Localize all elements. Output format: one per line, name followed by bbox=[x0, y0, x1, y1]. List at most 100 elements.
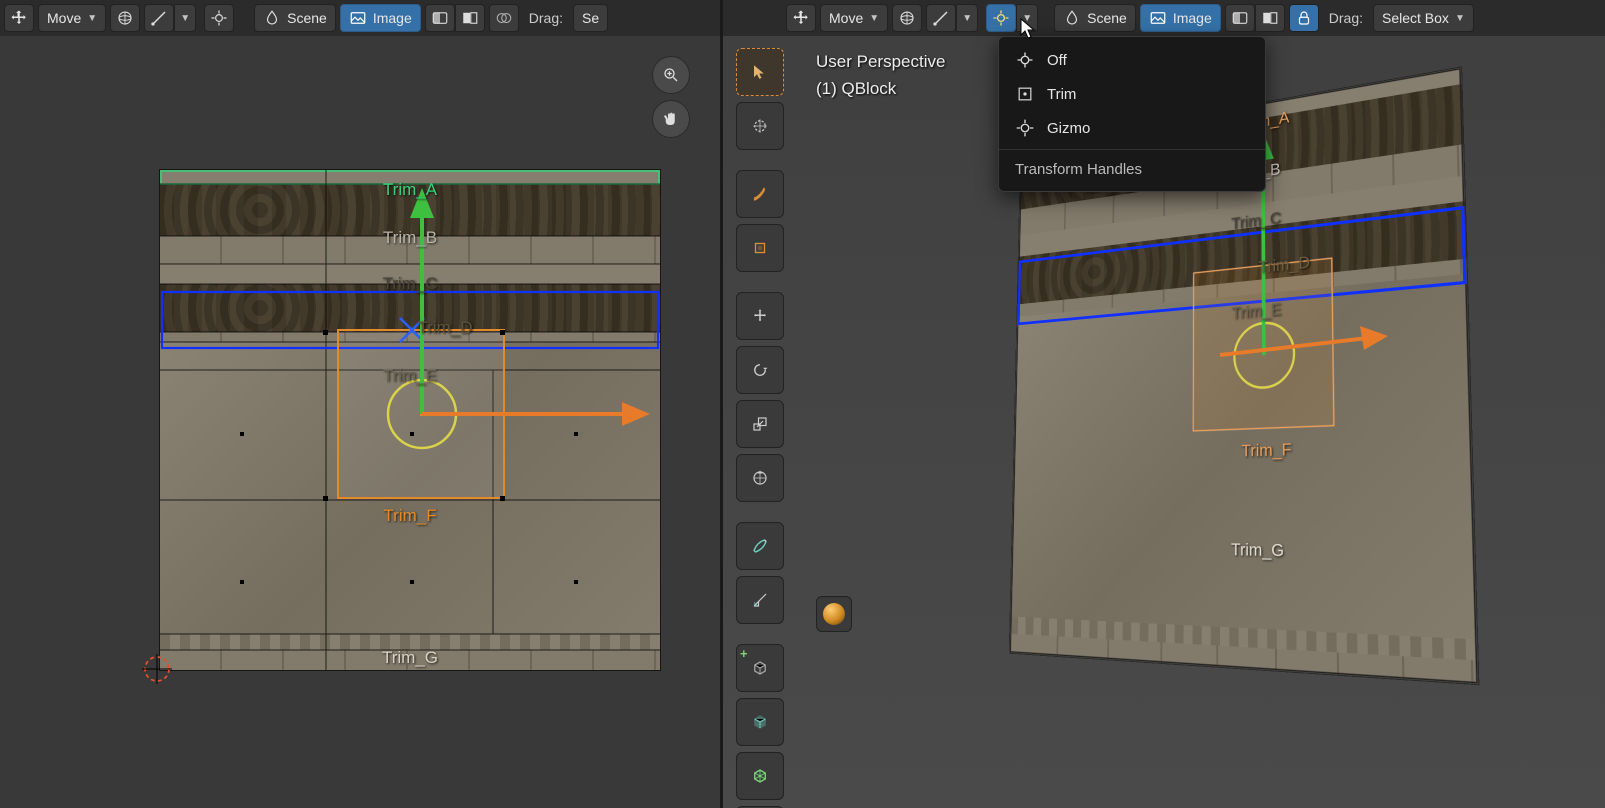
split-half-icon bbox=[1231, 9, 1249, 27]
drag-mode-label: Se bbox=[582, 10, 599, 26]
tool-add-cube[interactable]: + bbox=[736, 644, 784, 692]
move-arrows-icon bbox=[792, 9, 810, 27]
mouse-cursor-icon bbox=[1020, 18, 1036, 40]
menu-item-trim[interactable]: Trim bbox=[999, 77, 1265, 111]
uv-texture-canvas[interactable]: Trim_A Trim_B Trim_C Trim_D Trim_E Trim_… bbox=[160, 170, 660, 670]
gizmo-pivot-button[interactable] bbox=[986, 4, 1016, 32]
globe-icon bbox=[898, 9, 916, 27]
tool-move[interactable] bbox=[736, 292, 784, 340]
move-arrows-icon bbox=[10, 9, 28, 27]
overlay-toggle-button[interactable] bbox=[489, 4, 519, 32]
tool-measure[interactable] bbox=[736, 576, 784, 624]
snap-options-dropdown[interactable]: ▼ bbox=[174, 4, 196, 32]
menu-item-off[interactable]: Off bbox=[999, 43, 1265, 77]
chevron-down-icon: ▼ bbox=[962, 13, 972, 24]
zoom-button[interactable] bbox=[652, 56, 690, 94]
orientation-global-button[interactable] bbox=[110, 4, 140, 32]
split-stack-icon bbox=[461, 9, 479, 27]
orientation-icon-button[interactable] bbox=[4, 4, 34, 32]
image-mode-button[interactable]: Image bbox=[340, 4, 421, 32]
orientation-global-button[interactable] bbox=[892, 4, 922, 32]
tool-qblock-b[interactable] bbox=[736, 752, 784, 800]
gizmo-off-icon bbox=[1015, 50, 1035, 70]
image-label: Image bbox=[1173, 10, 1212, 26]
edge-icon bbox=[932, 9, 950, 27]
pan-button[interactable] bbox=[652, 100, 690, 138]
image-mode-button[interactable]: Image bbox=[1140, 4, 1221, 32]
trim-icon bbox=[1015, 84, 1035, 104]
viewport-divider[interactable] bbox=[720, 0, 723, 808]
menu-item-trim-label: Trim bbox=[1047, 86, 1076, 103]
snap-button[interactable] bbox=[926, 4, 956, 32]
snap-button[interactable] bbox=[144, 4, 174, 32]
snap-options-dropdown[interactable]: ▼ bbox=[956, 4, 978, 32]
drag-mode-label: Select Box bbox=[1382, 10, 1449, 26]
gizmo-icon bbox=[1015, 118, 1035, 138]
chevron-down-icon: ▼ bbox=[87, 13, 97, 24]
scene-pivot-button[interactable]: Scene bbox=[254, 4, 336, 32]
tool-qblock-a[interactable] bbox=[736, 698, 784, 746]
menu-section-title: Transform Handles bbox=[999, 154, 1265, 185]
shading-mode-button[interactable] bbox=[816, 596, 852, 632]
hand-icon bbox=[662, 110, 680, 128]
droplet-icon bbox=[1063, 9, 1081, 27]
drag-label: Drag: bbox=[1323, 10, 1369, 26]
split-half-icon bbox=[431, 9, 449, 27]
viewport-info-line-2: (1) QBlock bbox=[816, 75, 945, 102]
overlay-split-b-button[interactable] bbox=[1255, 4, 1285, 32]
tool-transform[interactable] bbox=[736, 454, 784, 502]
drag-mode-dropdown[interactable]: Se bbox=[573, 4, 608, 32]
viewport-uv[interactable]: Move ▼ ▼ Scene bbox=[0, 0, 720, 808]
edge-icon bbox=[150, 9, 168, 27]
chevron-down-icon: ▼ bbox=[180, 13, 190, 24]
drag-label: Drag: bbox=[523, 10, 569, 26]
menu-item-off-label: Off bbox=[1047, 52, 1067, 69]
scene-pivot-button[interactable]: Scene bbox=[1054, 4, 1136, 32]
droplet-icon bbox=[263, 9, 281, 27]
menu-item-gizmo-label: Gizmo bbox=[1047, 120, 1090, 137]
overlay-split-b-button[interactable] bbox=[455, 4, 485, 32]
tool-annotate[interactable] bbox=[736, 522, 784, 570]
tool-extrude[interactable] bbox=[736, 224, 784, 272]
tool-scale[interactable] bbox=[736, 400, 784, 448]
menu-item-gizmo[interactable]: Gizmo bbox=[999, 111, 1265, 145]
transform-mode-label: Move bbox=[829, 10, 863, 26]
tool-knife[interactable] bbox=[736, 170, 784, 218]
uv-overlay bbox=[160, 170, 660, 670]
viewport-3d[interactable]: Move ▼ ▼ ▼ Scene bbox=[720, 0, 1605, 808]
split-stack-icon bbox=[1261, 9, 1279, 27]
orientation-icon-button[interactable] bbox=[786, 4, 816, 32]
overlay-circles-icon bbox=[495, 9, 513, 27]
gizmo-pivot-button[interactable] bbox=[204, 4, 234, 32]
globe-icon bbox=[116, 9, 134, 27]
chevron-down-icon: ▼ bbox=[1455, 13, 1465, 24]
tool-cursor[interactable] bbox=[736, 102, 784, 150]
scene-label: Scene bbox=[287, 10, 327, 26]
viewport-info: User Perspective (1) QBlock bbox=[816, 48, 945, 102]
lock-icon bbox=[1295, 9, 1313, 27]
menu-separator bbox=[999, 149, 1265, 150]
transform-handles-menu: Off Trim Gizmo Transform Handles bbox=[998, 36, 1266, 192]
magnify-plus-icon bbox=[662, 66, 680, 84]
header-left: Move ▼ ▼ Scene bbox=[0, 0, 720, 36]
shading-ball-icon bbox=[823, 603, 845, 625]
gizmo-pivot-icon bbox=[210, 9, 228, 27]
viewport-info-line-1: User Perspective bbox=[816, 48, 945, 75]
transform-mode-label: Move bbox=[47, 10, 81, 26]
transform-mode-dropdown[interactable]: Move ▼ bbox=[820, 4, 888, 32]
scene-label: Scene bbox=[1087, 10, 1127, 26]
cursor-3d-icon bbox=[140, 652, 174, 686]
tool-select[interactable] bbox=[736, 48, 784, 96]
toolbar-3d: + bbox=[736, 48, 784, 808]
header-right: Move ▼ ▼ ▼ Scene bbox=[720, 0, 1605, 36]
lock-button[interactable] bbox=[1289, 4, 1319, 32]
chevron-down-icon: ▼ bbox=[869, 13, 879, 24]
image-icon bbox=[349, 9, 367, 27]
transform-mode-dropdown[interactable]: Move ▼ bbox=[38, 4, 106, 32]
overlay-split-a-button[interactable] bbox=[1225, 4, 1255, 32]
overlay-split-a-button[interactable] bbox=[425, 4, 455, 32]
tool-rotate[interactable] bbox=[736, 346, 784, 394]
image-label: Image bbox=[373, 10, 412, 26]
image-icon bbox=[1149, 9, 1167, 27]
drag-mode-dropdown[interactable]: Select Box ▼ bbox=[1373, 4, 1474, 32]
